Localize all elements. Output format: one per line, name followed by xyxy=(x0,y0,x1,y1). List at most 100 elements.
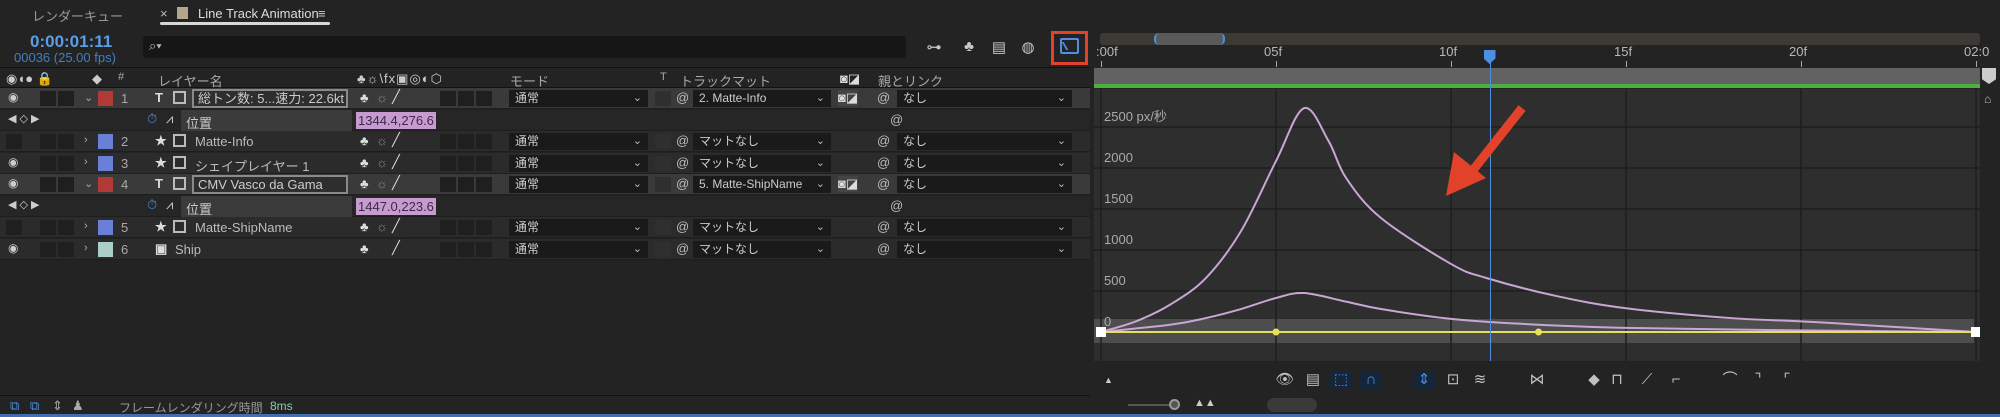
motion-blur-switch[interactable] xyxy=(440,91,456,106)
property-row[interactable]: ◀ ◇ ▶ ⏱ ⩘ 位置 1344.4,276.6 @ xyxy=(0,109,1090,131)
parent-dropdown[interactable]: なし ⌄ xyxy=(897,154,1072,172)
shy-switch-icon[interactable]: ♣ xyxy=(360,155,369,170)
solo-toggle[interactable] xyxy=(40,241,56,257)
parent-pick-whip-icon[interactable]: @ xyxy=(877,176,890,191)
track-matte-dropdown[interactable]: マットなし ⌄ xyxy=(693,133,831,150)
render-time-icon[interactable]: ♟ xyxy=(72,398,84,414)
current-timecode[interactable]: 0:00:01:11 xyxy=(30,32,112,52)
tab-close-icon[interactable]: × xyxy=(160,6,168,21)
adjustment-switch[interactable] xyxy=(458,177,474,192)
motion-blur-switch[interactable] xyxy=(440,155,456,171)
adjustment-switch[interactable] xyxy=(458,91,474,106)
parent-dropdown[interactable]: なし ⌄ xyxy=(897,90,1072,107)
visibility-eye-icon[interactable]: ◉ xyxy=(8,90,18,104)
parent-pick-whip-icon[interactable]: @ xyxy=(877,219,890,234)
mode-dropdown[interactable]: 通常 ⌄ xyxy=(509,219,648,236)
solo-toggle[interactable] xyxy=(40,220,56,235)
preserve-transparency-toggle[interactable] xyxy=(655,91,671,106)
parent-dropdown[interactable]: なし ⌄ xyxy=(897,219,1072,236)
property-value[interactable]: 1344.4,276.6 xyxy=(356,111,436,129)
track-matte-dropdown[interactable]: 5. Matte-ShipName ⌄ xyxy=(693,176,831,193)
zoom-slider-track[interactable] xyxy=(1128,404,1174,406)
parent-dropdown[interactable]: なし ⌄ xyxy=(897,133,1072,150)
shy-switch-icon[interactable]: ♣ xyxy=(360,219,369,234)
visibility-toggle[interactable] xyxy=(6,134,22,149)
layer-row[interactable]: ◉ › 3 ★ シェイプレイヤー 1 ♣ ☼ ╱ 通常 ⌄ @ マットなし ⌄ @ なし ⌄ xyxy=(0,152,1090,174)
matte-alpha-luma-icons[interactable]: ◙◪ xyxy=(838,176,859,192)
keyframe-navigator-icon[interactable]: ◀ ◇ ▶ xyxy=(8,198,40,211)
matte-pick-whip-icon[interactable]: @ xyxy=(676,241,689,256)
lock-toggle[interactable] xyxy=(58,155,74,171)
graph-editor-button[interactable] xyxy=(1051,31,1088,65)
hold-keyframe-icon[interactable]: ⊓ xyxy=(1606,371,1628,389)
motion-blur-switch[interactable] xyxy=(440,177,456,192)
layer-row[interactable]: › 5 ★ Matte-ShipName ♣ ☼ ╱ 通常 ⌄ @ マットなし ⌄ @ なし ⌄ xyxy=(0,217,1090,238)
solo-toggle[interactable] xyxy=(40,177,56,192)
stopwatch-icon[interactable]: ⏱ xyxy=(147,111,157,127)
layer-row[interactable]: › 2 ★ Matte-Info ♣ ☼ ╱ 通常 ⌄ @ マットなし ⌄ @ なし ⌄ xyxy=(0,131,1090,152)
3d-switch[interactable] xyxy=(476,91,492,106)
adjustment-switch[interactable] xyxy=(458,134,474,149)
separate-dimensions-icon[interactable]: ⋈ xyxy=(1526,371,1548,389)
adjustment-switch[interactable] xyxy=(458,241,474,257)
graph-toggle-icon[interactable]: ⩘ xyxy=(166,197,173,213)
motion-blur-switch[interactable] xyxy=(440,134,456,149)
adjustment-switch[interactable] xyxy=(458,220,474,235)
chevron-right-icon[interactable]: › xyxy=(84,134,88,146)
easy-ease-out-icon[interactable]: ⌜ xyxy=(1776,371,1798,389)
3d-switch[interactable] xyxy=(476,241,492,257)
layer-name-field[interactable]: CMV Vasco da Gama xyxy=(192,175,348,194)
quality-switch-icon[interactable]: ╱ xyxy=(392,175,400,191)
motion-blur-switch[interactable] xyxy=(440,241,456,257)
graph-options-icon[interactable]: ▤ xyxy=(1302,371,1324,389)
mode-dropdown[interactable]: 通常 ⌄ xyxy=(509,176,648,193)
matte-pick-whip-icon[interactable]: @ xyxy=(676,176,689,191)
show-properties-icon[interactable]: 👁 xyxy=(1274,371,1296,389)
shy-switch-icon[interactable]: ♣ xyxy=(360,241,369,256)
label-color-swatch[interactable] xyxy=(98,134,113,149)
3d-switch[interactable] xyxy=(476,220,492,235)
tab-render-queue[interactable]: レンダーキュー xyxy=(32,6,123,25)
zoom-in-icon[interactable]: ▲▲ xyxy=(1194,397,1216,409)
label-color-swatch[interactable] xyxy=(98,91,113,106)
graph-toggle-icon[interactable]: ⩘ xyxy=(166,111,173,127)
track-matte-dropdown[interactable]: マットなし ⌄ xyxy=(693,154,831,172)
solo-toggle[interactable] xyxy=(40,155,56,171)
parent-dropdown[interactable]: なし ⌄ xyxy=(897,240,1072,258)
keyframe-navigator-icon[interactable]: ◀ ◇ ▶ xyxy=(8,112,40,125)
auto-zoom-height-icon[interactable]: ⇕ xyxy=(1413,371,1435,389)
matte-pick-whip-icon[interactable]: @ xyxy=(676,90,689,105)
expression-pick-whip-icon[interactable]: @ xyxy=(890,112,903,127)
mode-dropdown[interactable]: 通常 ⌄ xyxy=(509,154,648,172)
preserve-transparency-toggle[interactable] xyxy=(655,177,671,192)
fit-selection-icon[interactable]: ⊡ xyxy=(1442,371,1464,389)
in-out-toggle-icon[interactable]: ⇕ xyxy=(52,398,63,414)
visibility-eye-icon[interactable]: ◉ xyxy=(8,241,18,255)
label-color-swatch[interactable] xyxy=(98,241,113,257)
shy-layers-icon[interactable]: ♣ xyxy=(957,38,981,58)
parent-dropdown[interactable]: なし ⌄ xyxy=(897,176,1072,193)
expression-pick-whip-icon[interactable]: @ xyxy=(890,198,903,213)
shy-switch-icon[interactable]: ♣ xyxy=(360,133,369,148)
tab-menu-icon[interactable]: ≡ xyxy=(318,6,326,21)
time-navigator-thumb[interactable] xyxy=(1154,33,1225,45)
layer-row[interactable]: ◉ ⌄ 1 T 総トン数: 5...速力: 22.6kt ♣ ☼ ╱ 通常 ⌄ @2. Matte-… xyxy=(0,88,1090,109)
matte-pick-whip-icon[interactable]: @ xyxy=(676,155,689,170)
tab-line-track-animation[interactable]: Line Track Animation xyxy=(198,6,319,21)
visibility-eye-icon[interactable]: ◉ xyxy=(8,155,18,169)
solo-toggle[interactable] xyxy=(40,91,56,106)
collapse-switch-icon[interactable]: ☼ xyxy=(376,133,388,148)
quality-switch-icon[interactable]: ╱ xyxy=(392,132,400,148)
layer-name[interactable]: Matte-ShipName xyxy=(195,220,293,235)
linear-keyframe-icon[interactable]: ⟋ xyxy=(1636,371,1658,389)
3d-switch[interactable] xyxy=(476,155,492,171)
stopwatch-icon[interactable]: ⏱ xyxy=(147,197,157,213)
layer-switches-toggle-icon[interactable]: ⧉ xyxy=(10,398,19,414)
search-icon[interactable]: ⌕▾ xyxy=(149,38,162,54)
property-row[interactable]: ◀ ◇ ▶ ⏱ ⩘ 位置 1447.0,223.6 @ xyxy=(0,195,1090,217)
transform-box-icon[interactable]: ⬚ xyxy=(1330,371,1352,389)
shy-switch-icon[interactable]: ♣ xyxy=(360,90,369,105)
easy-ease-icon[interactable]: ⌒ xyxy=(1719,371,1741,389)
comp-marker-icon[interactable]: ⌂ xyxy=(1984,92,1991,106)
chevron-right-icon[interactable]: › xyxy=(84,242,88,254)
